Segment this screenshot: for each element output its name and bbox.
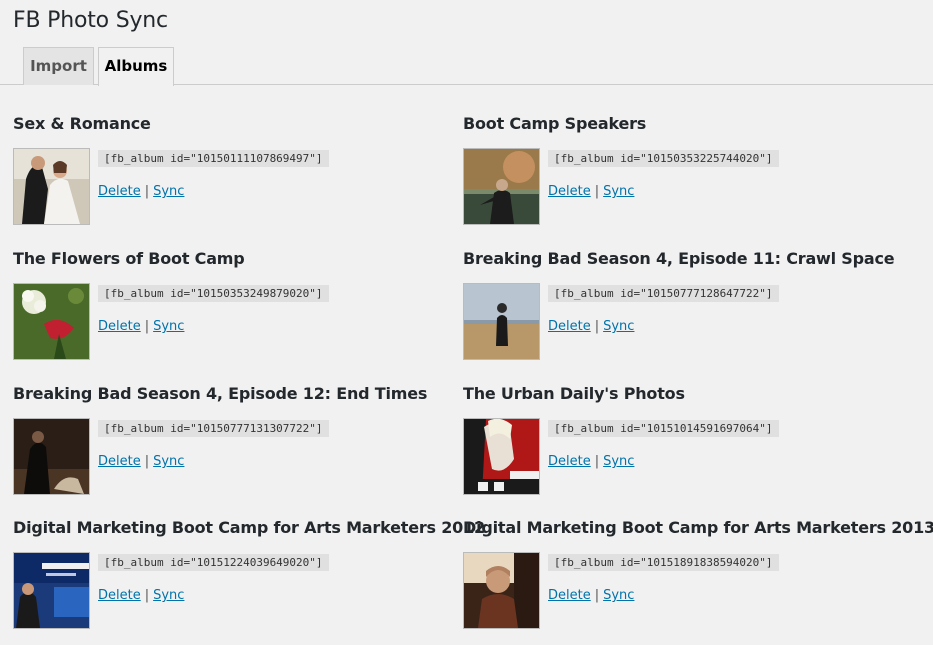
- album-actions: Delete | Sync: [98, 319, 184, 334]
- album-item: Digital Marketing Boot Camp for Arts Mar…: [13, 518, 485, 645]
- album-actions: Delete | Sync: [548, 588, 634, 603]
- album-title: Boot Camp Speakers: [463, 114, 647, 133]
- sync-link[interactable]: Sync: [603, 588, 634, 603]
- sync-link[interactable]: Sync: [603, 319, 634, 334]
- album-item: Boot Camp Speakers [fb_album id="1015035…: [463, 114, 913, 244]
- album-actions: Delete | Sync: [548, 454, 634, 469]
- action-separator: |: [144, 454, 150, 469]
- sync-link[interactable]: Sync: [603, 454, 634, 469]
- action-separator: |: [594, 319, 600, 334]
- album-shortcode: [fb_album id="10150111107869497"]: [98, 150, 329, 167]
- album-item: Sex & Romance [fb_album id="101501111078…: [13, 114, 463, 244]
- album-title: The Urban Daily's Photos: [463, 384, 685, 403]
- album-title: Breaking Bad Season 4, Episode 11: Crawl…: [463, 249, 895, 268]
- album-title: Digital Marketing Boot Camp for Arts Mar…: [463, 518, 933, 537]
- album-actions: Delete | Sync: [98, 588, 184, 603]
- delete-link[interactable]: Delete: [98, 319, 141, 334]
- album-thumbnail: [463, 148, 540, 225]
- album-thumbnail: [463, 418, 540, 495]
- sync-link[interactable]: Sync: [153, 184, 184, 199]
- album-actions: Delete | Sync: [548, 184, 634, 199]
- delete-link[interactable]: Delete: [548, 184, 591, 199]
- tab-import[interactable]: Import: [23, 47, 94, 85]
- album-thumbnail: [13, 148, 90, 225]
- album-thumbnail: [13, 552, 90, 629]
- album-shortcode: [fb_album id="10150777128647722"]: [548, 285, 779, 302]
- album-shortcode: [fb_album id="10151891838594020"]: [548, 554, 779, 571]
- album-thumbnail: [463, 552, 540, 629]
- album-shortcode: [fb_album id="10150353249879020"]: [98, 285, 329, 302]
- action-separator: |: [594, 454, 600, 469]
- action-separator: |: [594, 588, 600, 603]
- album-thumbnail: [13, 418, 90, 495]
- album-actions: Delete | Sync: [98, 454, 184, 469]
- album-actions: Delete | Sync: [98, 184, 184, 199]
- album-shortcode: [fb_album id="10151014591697064"]: [548, 420, 779, 437]
- album-thumbnail: [463, 283, 540, 360]
- album-title: Sex & Romance: [13, 114, 151, 133]
- album-thumbnail: [13, 283, 90, 360]
- delete-link[interactable]: Delete: [548, 588, 591, 603]
- album-shortcode: [fb_album id="10151224039649020"]: [98, 554, 329, 571]
- nav-tabs: Import Albums: [0, 47, 933, 86]
- album-title: Breaking Bad Season 4, Episode 12: End T…: [13, 384, 428, 403]
- album-item: Digital Marketing Boot Camp for Arts Mar…: [463, 518, 933, 645]
- delete-link[interactable]: Delete: [98, 454, 141, 469]
- tab-albums[interactable]: Albums: [98, 47, 174, 86]
- action-separator: |: [144, 588, 150, 603]
- album-shortcode: [fb_album id="10150353225744020"]: [548, 150, 779, 167]
- sync-link[interactable]: Sync: [153, 319, 184, 334]
- delete-link[interactable]: Delete: [98, 588, 141, 603]
- action-separator: |: [594, 184, 600, 199]
- action-separator: |: [144, 184, 150, 199]
- album-item: Breaking Bad Season 4, Episode 12: End T…: [13, 384, 463, 514]
- album-item: The Urban Daily's Photos [fb_album id="1…: [463, 384, 913, 514]
- delete-link[interactable]: Delete: [548, 319, 591, 334]
- sync-link[interactable]: Sync: [153, 454, 184, 469]
- album-title: The Flowers of Boot Camp: [13, 249, 245, 268]
- sync-link[interactable]: Sync: [153, 588, 184, 603]
- action-separator: |: [144, 319, 150, 334]
- album-shortcode: [fb_album id="10150777131307722"]: [98, 420, 329, 437]
- album-item: The Flowers of Boot Camp [fb_album id="1…: [13, 249, 463, 379]
- sync-link[interactable]: Sync: [603, 184, 634, 199]
- page-title: FB Photo Sync: [13, 8, 168, 33]
- delete-link[interactable]: Delete: [548, 454, 591, 469]
- album-item: Breaking Bad Season 4, Episode 11: Crawl…: [463, 249, 913, 379]
- album-title: Digital Marketing Boot Camp for Arts Mar…: [13, 518, 485, 537]
- delete-link[interactable]: Delete: [98, 184, 141, 199]
- album-actions: Delete | Sync: [548, 319, 634, 334]
